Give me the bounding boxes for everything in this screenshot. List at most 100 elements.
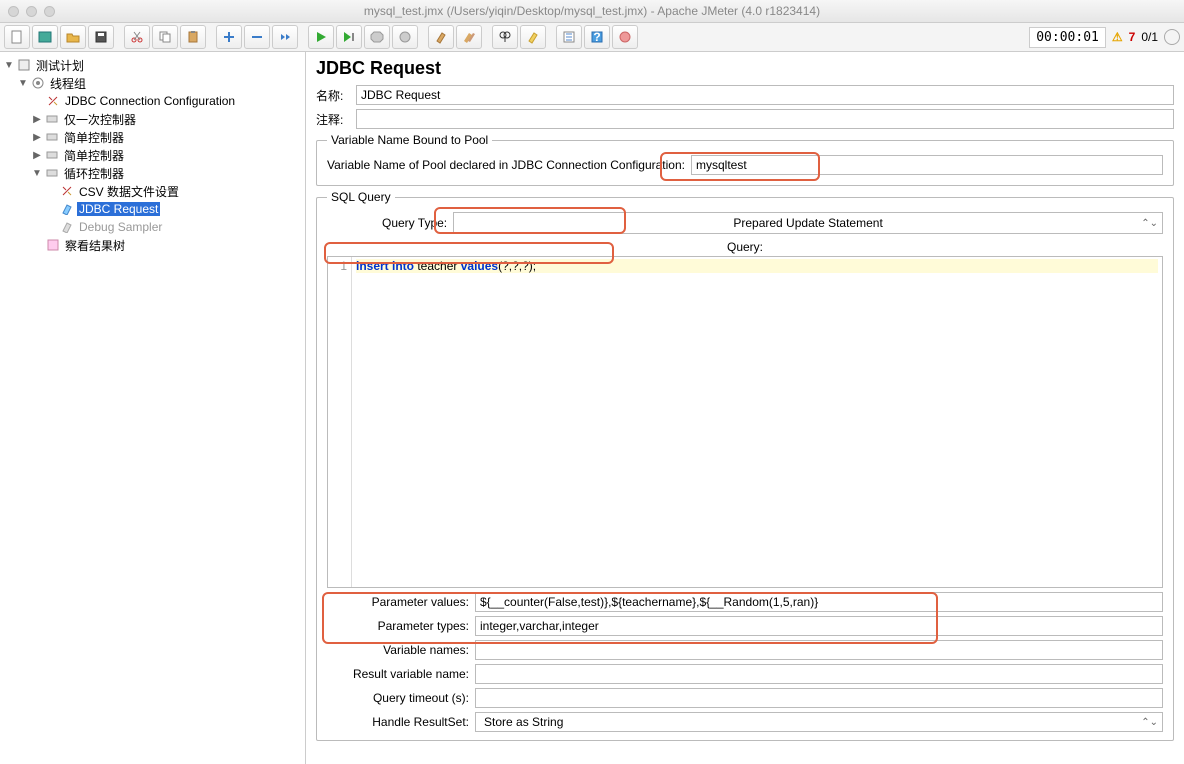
name-input[interactable] [356, 85, 1174, 105]
tree-item-csv[interactable]: CSV 数据文件设置 [0, 182, 305, 200]
sqlquery-fieldset: SQL Query Query Type: Prepared Update St… [316, 190, 1174, 741]
pool-legend: Variable Name Bound to Pool [327, 133, 492, 147]
query-type-value: Prepared Update Statement [733, 216, 882, 230]
tree-item-once-controller[interactable]: ▶仅一次控制器 [0, 110, 305, 128]
handle-value: Store as String [484, 715, 563, 729]
name-label: 名称: [316, 87, 350, 104]
handle-select[interactable]: Store as String ⌃⌄ [475, 712, 1163, 732]
collapse-icon[interactable] [244, 25, 270, 49]
clear-icon[interactable] [428, 25, 454, 49]
timeout-label: Query timeout (s): [327, 691, 475, 705]
config-icon [46, 94, 60, 108]
code-keyword2: values [461, 259, 498, 273]
controller-icon [45, 130, 59, 144]
disclosure-icon[interactable]: ▶ [32, 114, 42, 125]
param-types-input[interactable] [475, 616, 1163, 636]
tree-item-loop-controller[interactable]: ▼循环控制器 [0, 164, 305, 182]
timeout-input[interactable] [475, 688, 1163, 708]
tree-item-jdbc-config[interactable]: JDBC Connection Configuration [0, 92, 305, 110]
elapsed-timer: 00:00:01 [1029, 27, 1106, 48]
clear-all-icon[interactable] [456, 25, 482, 49]
help-icon[interactable]: ? [584, 25, 610, 49]
warning-icon[interactable]: ⚠ [1112, 30, 1123, 44]
tree-item-debug-sampler[interactable]: Debug Sampler [0, 218, 305, 236]
tree-item-results-tree[interactable]: 察看结果树 [0, 236, 305, 254]
stop-icon[interactable] [364, 25, 390, 49]
disclosure-icon[interactable]: ▼ [4, 60, 14, 71]
search-icon[interactable] [492, 25, 518, 49]
var-names-input[interactable] [475, 640, 1163, 660]
threadgroup-icon [31, 76, 45, 90]
tree-item-simple-controller2[interactable]: ▶简单控制器 [0, 146, 305, 164]
param-values-label: Parameter values: [327, 595, 475, 609]
sqlquery-legend: SQL Query [327, 190, 395, 204]
tools-icon[interactable] [612, 25, 638, 49]
chevron-updown-icon: ⌃⌄ [1141, 218, 1158, 229]
chevron-updown-icon: ⌃⌄ [1141, 717, 1158, 728]
window-title: mysql_test.jmx (/Users/yiqin/Desktop/mys… [364, 4, 820, 18]
controller-icon [45, 166, 59, 180]
new-file-icon[interactable] [4, 25, 30, 49]
panel-title: JDBC Request [316, 58, 1174, 79]
result-var-label: Result variable name: [327, 667, 475, 681]
comment-label: 注释: [316, 111, 350, 128]
controller-icon [45, 148, 59, 162]
disclosure-icon[interactable]: ▶ [32, 132, 42, 143]
run-noTimers-icon[interactable] [336, 25, 362, 49]
query-label: Query: [327, 240, 1163, 254]
query-type-select[interactable]: Prepared Update Statement ⌃⌄ [453, 212, 1163, 234]
thread-count: 0/1 [1141, 30, 1158, 44]
shutdown-icon[interactable] [392, 25, 418, 49]
tree-panel[interactable]: ▼测试计划 ▼线程组 JDBC Connection Configuration… [0, 52, 306, 764]
tree-item-jdbc-request[interactable]: JDBC Request [0, 200, 305, 218]
comment-input[interactable] [356, 109, 1174, 129]
sampler-icon [60, 220, 74, 234]
zoom-window[interactable] [44, 6, 55, 17]
copy-icon[interactable] [152, 25, 178, 49]
paste-icon[interactable] [180, 25, 206, 49]
query-type-label: Query Type: [382, 216, 447, 230]
expand-icon[interactable] [216, 25, 242, 49]
close-window[interactable] [8, 6, 19, 17]
toolbar: ? 00:00:01 ⚠ 7 0/1 [0, 22, 1184, 52]
templates-icon[interactable] [32, 25, 58, 49]
param-values-input[interactable] [475, 592, 1163, 612]
tree-item-simple-controller[interactable]: ▶简单控制器 [0, 128, 305, 146]
param-types-label: Parameter types: [327, 619, 475, 633]
code-text2: (?,?,?); [498, 259, 536, 273]
tree-root[interactable]: ▼测试计划 [0, 56, 305, 74]
disclosure-icon[interactable]: ▼ [18, 78, 28, 89]
controller-icon [45, 112, 59, 126]
code-text: teacher [414, 259, 461, 273]
code-keyword: insert into [356, 259, 414, 273]
function-helper-icon[interactable] [556, 25, 582, 49]
tree-threadgroup[interactable]: ▼线程组 [0, 74, 305, 92]
disclosure-icon[interactable]: ▶ [32, 150, 42, 161]
save-icon[interactable] [88, 25, 114, 49]
handle-label: Handle ResultSet: [327, 715, 475, 729]
listener-icon [46, 238, 60, 252]
warning-count: 7 [1129, 30, 1136, 44]
testplan-icon [17, 58, 31, 72]
run-icon[interactable] [308, 25, 334, 49]
cut-icon[interactable] [124, 25, 150, 49]
gauge-icon[interactable] [1164, 29, 1180, 45]
svg-text:?: ? [593, 30, 600, 44]
sampler-icon [60, 202, 74, 216]
disclosure-icon[interactable]: ▼ [32, 168, 42, 179]
minimize-window[interactable] [26, 6, 37, 17]
reset-search-icon[interactable] [520, 25, 546, 49]
open-icon[interactable] [60, 25, 86, 49]
pool-var-label: Variable Name of Pool declared in JDBC C… [327, 158, 685, 172]
pool-fieldset: Variable Name Bound to Pool Variable Nam… [316, 133, 1174, 186]
query-editor[interactable]: 1 insert into teacher values(?,?,?); [327, 256, 1163, 588]
content-panel: JDBC Request 名称: 注释: Variable Name Bound… [306, 52, 1184, 764]
line-gutter: 1 [328, 257, 352, 587]
window-controls[interactable] [8, 6, 55, 17]
titlebar: mysql_test.jmx (/Users/yiqin/Desktop/mys… [0, 0, 1184, 22]
pool-var-input[interactable] [691, 155, 1163, 175]
result-var-input[interactable] [475, 664, 1163, 684]
toggle-icon[interactable] [272, 25, 298, 49]
config-icon [60, 184, 74, 198]
var-names-label: Variable names: [327, 643, 475, 657]
